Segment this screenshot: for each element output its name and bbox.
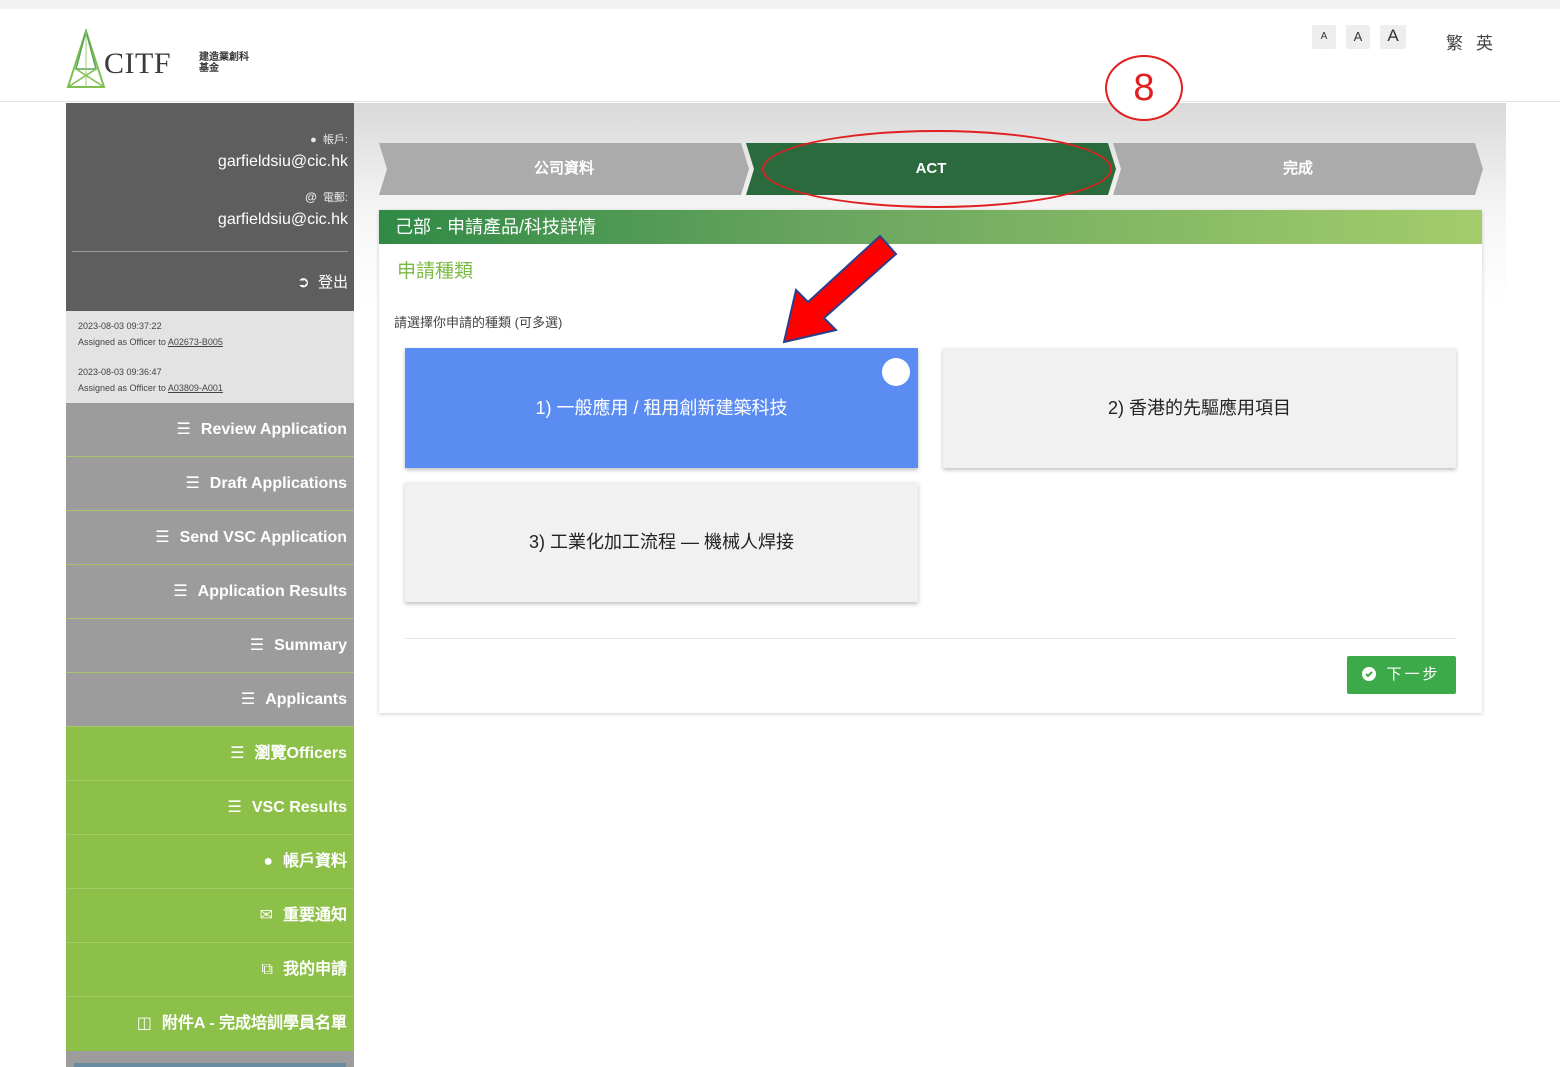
sidebar-item-label: Review Application	[200, 421, 347, 438]
panel-divider	[405, 638, 1456, 639]
font-size-medium-button[interactable]: A	[1346, 25, 1370, 49]
sidebar-item-label: 重要通知	[282, 907, 347, 924]
check-circle-icon	[1362, 667, 1377, 681]
option-label: 2) 香港的先驅應用項目	[1107, 398, 1291, 418]
logo-mark-icon	[66, 29, 106, 88]
list-icon: ☰	[185, 475, 200, 492]
option-industrial-process[interactable]: 3) 工業化加工流程 — 機械人焊接	[405, 482, 918, 602]
notification-list: 2023-08-03 09:37:22 Assigned as Officer …	[66, 311, 354, 403]
annotation-arrow-icon	[782, 234, 898, 344]
step-complete[interactable]: 完成	[1113, 143, 1483, 195]
annotation-step-number: 8	[1105, 55, 1183, 121]
email-label: @ 電郵:	[305, 189, 348, 205]
sidebar-item-label: VSC Results	[251, 799, 347, 816]
notification-date: 2023-08-03 09:36:47	[78, 367, 162, 377]
citf-logo[interactable]: CITF 建造業創科基金	[66, 25, 256, 95]
email-label-text: 電郵:	[322, 192, 348, 204]
logout-label: 登出	[317, 274, 348, 291]
language-traditional-chinese-link[interactable]: 繁	[1446, 29, 1463, 54]
page: CITF 建造業創科基金 A A A 繁 英 8 ● 帳戶: garfields…	[0, 0, 1560, 1067]
logout-link[interactable]: ➲ 登出	[297, 271, 348, 292]
next-step-button[interactable]: 下一步	[1347, 656, 1456, 694]
notification-message: Assigned as Officer to	[78, 337, 168, 347]
notification-text: Assigned as Officer to A02673-B005	[78, 337, 223, 347]
list-icon: ☰	[176, 421, 191, 438]
option-general-application[interactable]: 1) 一般應用 / 租用創新建築科技	[405, 348, 918, 468]
sidebar-item-label: 帳戶資料	[282, 853, 347, 870]
option-pioneer-project[interactable]: 2) 香港的先驅應用項目	[943, 348, 1456, 468]
notification-link[interactable]: A02673-B005	[168, 337, 223, 347]
sidebar-item-vsc-results[interactable]: ☰ VSC Results	[66, 781, 354, 835]
notification-text: Assigned as Officer to A03809-A001	[78, 383, 223, 393]
logo-text: CITF	[104, 47, 172, 80]
sidebar-item-label: Applicants	[265, 691, 347, 708]
check-circle-icon	[882, 358, 910, 417]
list-icon: ☰	[230, 745, 245, 762]
email-value: garfieldsiu@cic.hk	[217, 211, 348, 228]
sidebar-item-label: 我的申請	[282, 961, 347, 978]
sidebar-item-send-vsc-application[interactable]: ☰ Send VSC Application	[66, 511, 354, 565]
notification-message: Assigned as Officer to	[78, 383, 168, 393]
top-strip	[0, 0, 1560, 9]
sidebar-bottom-edge	[74, 1063, 346, 1067]
pdf-icon: ◫	[136, 1015, 152, 1032]
sidebar: ● 帳戶: garfieldsiu@cic.hk @ 電郵: garfields…	[66, 103, 354, 1067]
list-icon: ☰	[155, 529, 170, 546]
sidebar-item-application-results[interactable]: ☰ Application Results	[66, 565, 354, 619]
sidebar-item-appendix-a[interactable]: ◫ 附件A - 完成培訓學員名單	[66, 997, 354, 1051]
account-value: garfieldsiu@cic.hk	[217, 153, 348, 170]
sidebar-item-review-application[interactable]: ☰ Review Application	[66, 403, 354, 457]
account-label: ● 帳戶:	[310, 131, 348, 147]
language-english-link[interactable]: 英	[1476, 29, 1493, 54]
logo-subtitle: 建造業創科基金	[199, 52, 249, 74]
notification-date: 2023-08-03 09:37:22	[78, 321, 162, 331]
instruction-text: 請選擇你申請的種類 (可多選)	[394, 315, 563, 330]
sidebar-item-label: 附件A - 完成培訓學員名單	[161, 1015, 347, 1032]
share-icon: ⧉	[261, 961, 273, 978]
sidebar-item-draft-applications[interactable]: ☰ Draft Applications	[66, 457, 354, 511]
option-label: 1) 一般應用 / 租用創新建築科技	[535, 398, 788, 418]
sidebar-item-important-notices[interactable]: ✉ 重要通知	[66, 889, 354, 943]
sidebar-item-label: Application Results	[197, 583, 347, 600]
user-box-divider	[72, 251, 348, 252]
list-icon: ☰	[227, 799, 242, 816]
envelope-icon: ✉	[259, 907, 273, 924]
option-label: 3) 工業化加工流程 — 機械人焊接	[528, 532, 794, 552]
font-size-large-button[interactable]: A	[1380, 25, 1406, 49]
list-icon: ☰	[240, 691, 256, 708]
section-title: 申請種類	[397, 261, 474, 282]
sidebar-item-label: Summary	[274, 637, 347, 654]
notification-link[interactable]: A03809-A001	[168, 383, 223, 393]
user-icon: ●	[263, 853, 273, 870]
application-type-panel: 己部 - 申請產品/科技詳情 申請種類 請選擇你申請的種類 (可多選) 1) 一…	[379, 210, 1482, 713]
panel-title: 己部 - 申請產品/科技詳情	[379, 210, 1482, 244]
user-info-box: ● 帳戶: garfieldsiu@cic.hk @ 電郵: garfields…	[66, 103, 354, 311]
sidebar-item-browse-officers[interactable]: ☰ 瀏覽Officers	[66, 727, 354, 781]
user-icon: ●	[310, 134, 317, 146]
list-icon: ☰	[173, 583, 188, 600]
sidebar-item-label: Draft Applications	[209, 475, 347, 492]
account-label-text: 帳戶:	[322, 134, 348, 146]
list-icon: ☰	[249, 637, 265, 654]
header: CITF 建造業創科基金 A A A 繁 英	[0, 9, 1560, 102]
annotation-oval	[762, 130, 1112, 208]
sidebar-item-summary[interactable]: ☰ Summary	[66, 619, 354, 673]
sidebar-item-label: Send VSC Application	[179, 529, 347, 546]
at-icon: @	[305, 190, 317, 204]
font-size-small-button[interactable]: A	[1312, 25, 1336, 49]
next-step-label: 下一步	[1386, 666, 1441, 683]
sidebar-item-applicants[interactable]: ☰ Applicants	[66, 673, 354, 727]
sidebar-item-label: 瀏覽Officers	[254, 745, 347, 762]
sign-out-icon: ➲	[297, 274, 310, 291]
sidebar-item-account-info[interactable]: ● 帳戶資料	[66, 835, 354, 889]
sidebar-item-my-applications[interactable]: ⧉ 我的申請	[66, 943, 354, 997]
step-company-info[interactable]: 公司資料	[379, 143, 749, 195]
